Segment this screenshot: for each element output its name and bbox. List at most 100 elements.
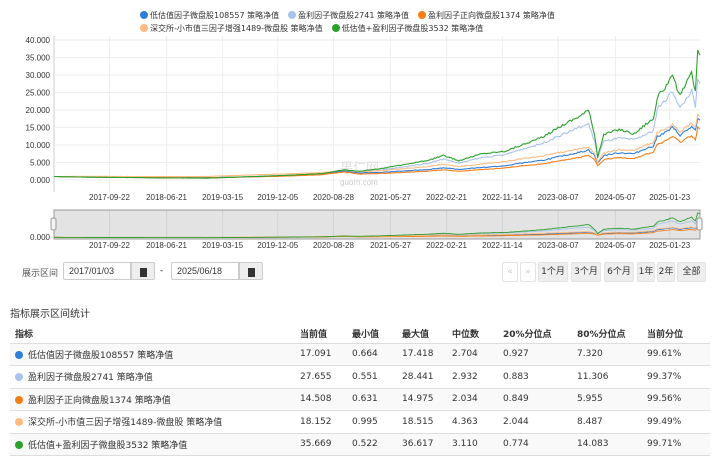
navigator-x-tick-label: 2022-11-14 xyxy=(482,241,523,250)
col-min: 最小值 xyxy=(347,325,397,344)
table-row: 盈利因子正向微盘股1374 策略净值 14.508 0.631 14.975 2.034… xyxy=(10,388,710,411)
cell-text: 盈利因子正向微盘股1374 策略净值 xyxy=(28,395,171,406)
cell-text: 0.774 xyxy=(503,439,529,450)
cell-text: 3.110 xyxy=(452,439,478,450)
table-row: 盈利因子微盘股2741 策略净值 27.655 0.551 28.441 2.932 0.… xyxy=(10,365,710,389)
cell-text: 2.932 xyxy=(452,371,478,382)
next-button[interactable]: » xyxy=(520,262,536,282)
x-tick-label: 2018-06-21 xyxy=(146,193,187,202)
prev-button[interactable]: « xyxy=(502,262,518,282)
cell-text: 17.418 xyxy=(402,349,434,360)
end-calendar-icon[interactable] xyxy=(239,262,263,280)
x-tick-label: 2025-01-23 xyxy=(649,193,690,202)
value-cell: 4.363 xyxy=(447,410,498,434)
series-marker-icon xyxy=(15,350,23,359)
cell-text: 0.664 xyxy=(352,349,378,360)
x-tick-label: 2017-09-22 xyxy=(89,193,130,202)
value-cell: 17.091 xyxy=(295,343,347,366)
value-cell: 14.975 xyxy=(397,388,447,411)
cell-text: 18.515 xyxy=(402,416,434,427)
cell-text: 盈利因子微盘股2741 策略净值 xyxy=(28,373,153,384)
range-1m-button[interactable]: 1个月 xyxy=(538,262,568,282)
cell-text: 8.487 xyxy=(577,416,603,427)
cell-text: 99.61% xyxy=(647,349,682,360)
series-marker-icon xyxy=(15,440,23,449)
value-cell: 11.306 xyxy=(572,365,642,389)
value-cell: 0.927 xyxy=(498,343,572,366)
indicator-cell: 低估值+盈利因子微盘股3532 策略净值 xyxy=(10,433,295,456)
cell-text: 2.704 xyxy=(452,349,478,360)
col-median: 中位数 xyxy=(447,325,498,344)
cell-text: 低估值因子微盘股108557 策略净值 xyxy=(28,350,174,361)
start-calendar-icon[interactable] xyxy=(131,262,155,280)
cell-text: 17.091 xyxy=(300,349,332,360)
watermark-url: guorn.com xyxy=(340,178,378,187)
table-row: 低估值+盈利因子微盘股3532 策略净值 35.669 0.522 36.617 3.1… xyxy=(10,433,710,456)
value-cell: 17.418 xyxy=(397,343,447,366)
y-tick-label: 35.000 xyxy=(26,54,51,63)
col-current: 当前值 xyxy=(295,325,347,344)
range-2y-button[interactable]: 2年 xyxy=(657,262,675,282)
cell-text: 0.883 xyxy=(503,371,529,382)
range-6m-button[interactable]: 6个月 xyxy=(604,262,634,282)
x-tick-label: 2024-05-07 xyxy=(595,193,636,202)
range-1y-button[interactable]: 1年 xyxy=(637,262,655,282)
x-tick-label: 2023-08-07 xyxy=(538,193,579,202)
range-3m-button[interactable]: 3个月 xyxy=(571,262,601,282)
value-cell: 2.932 xyxy=(447,365,498,389)
col-indicator: 指标 xyxy=(10,325,295,344)
navigator-x-tick-label: 2025-01-23 xyxy=(649,241,690,250)
cell-text: 5.955 xyxy=(577,394,603,405)
series-marker-icon xyxy=(15,395,23,404)
cell-text: 11.306 xyxy=(577,371,609,382)
end-date-input[interactable] xyxy=(171,262,239,280)
col-percentile: 当前分位 xyxy=(642,325,710,344)
value-cell: 35.669 xyxy=(295,433,347,456)
x-tick-label: 2022-02-21 xyxy=(426,193,467,202)
col-max: 最大值 xyxy=(397,325,447,344)
value-cell: 36.617 xyxy=(397,433,447,456)
start-date-input[interactable] xyxy=(63,262,131,280)
col-p80: 80%分位点 xyxy=(572,325,642,344)
table-row: 深交所-小市值三因子增强1489-微盘股 策略净值 18.152 0.995 18.5… xyxy=(10,410,710,434)
value-cell: 2.044 xyxy=(498,410,572,434)
series-marker-icon xyxy=(15,418,23,427)
cell-text: 0.927 xyxy=(503,349,529,360)
cell-text: 28.441 xyxy=(402,371,434,382)
line-chart: 0.000 5.000 10.000 15.000 20.000 25.000 30.000… xyxy=(26,36,703,250)
x-tick-label: 2019-03-15 xyxy=(202,193,243,202)
value-cell: 27.655 xyxy=(295,365,347,389)
navigator-handle-right[interactable] xyxy=(696,217,703,231)
series-marker-icon xyxy=(15,373,23,382)
range-label: 展示区间 xyxy=(22,269,59,279)
indicator-cell: 盈利因子正向微盘股1374 策略净值 xyxy=(10,388,295,411)
cell-text: 低估值+盈利因子微盘股3532 策略净值 xyxy=(28,440,188,451)
y-tick-label: 0.000 xyxy=(30,176,51,185)
x-tick-label: 2021-05-27 xyxy=(370,193,411,202)
value-cell: 0.522 xyxy=(347,433,397,456)
value-cell: 99.61% xyxy=(642,343,710,366)
cell-text: 99.49% xyxy=(647,416,682,427)
value-cell: 99.56% xyxy=(642,388,710,411)
cell-text: 0.995 xyxy=(352,416,378,427)
indicator-cell: 低估值因子微盘股108557 策略净值 xyxy=(10,343,295,366)
value-cell: 7.320 xyxy=(572,343,642,366)
y-tick-label: 30.000 xyxy=(26,71,51,80)
cell-text: 36.617 xyxy=(402,439,434,450)
value-cell: 8.487 xyxy=(572,410,642,434)
value-cell: 0.551 xyxy=(347,365,397,389)
navigator-handle-left[interactable] xyxy=(50,217,57,231)
cell-text: 99.71% xyxy=(647,439,682,450)
cell-text: 0.631 xyxy=(352,394,378,405)
cell-text: 35.669 xyxy=(300,439,332,450)
series-line xyxy=(53,49,701,179)
navigator-x-tick-label: 2022-02-21 xyxy=(426,241,467,250)
cell-text: 2.044 xyxy=(503,416,529,427)
cell-text: 7.320 xyxy=(577,349,603,360)
range-all-button[interactable]: 全部 xyxy=(677,262,706,282)
cell-text: 2.034 xyxy=(452,394,478,405)
y-tick-label: 25.000 xyxy=(26,89,51,98)
value-cell: 14.508 xyxy=(295,388,347,411)
value-cell: 28.441 xyxy=(397,365,447,389)
cell-text: 0.849 xyxy=(503,394,529,405)
